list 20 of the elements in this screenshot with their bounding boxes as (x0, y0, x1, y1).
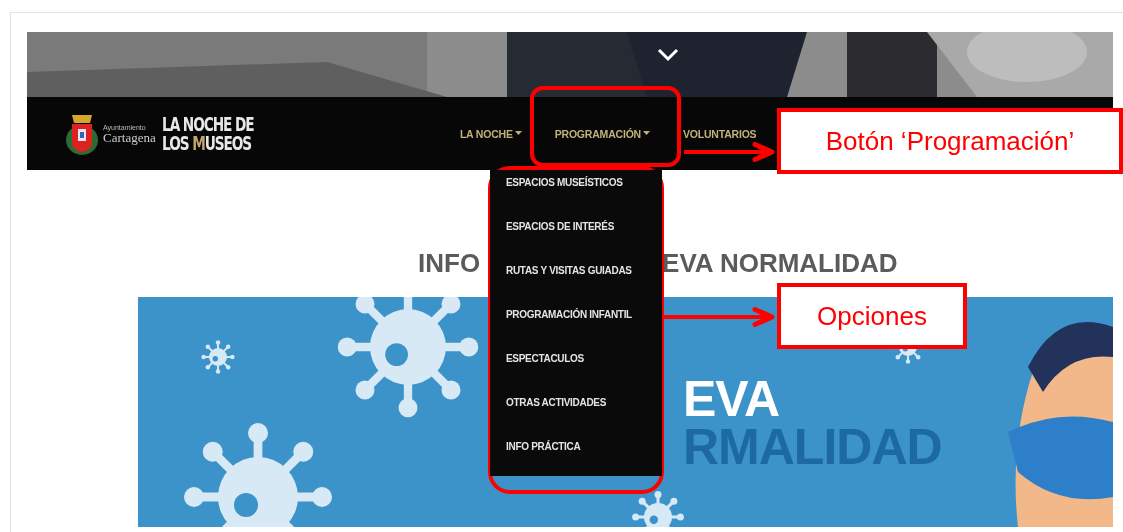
annotation-label: Botón ‘Programación’ (777, 108, 1123, 174)
banner-text: EVA (683, 375, 781, 423)
annotation-label: Opciones (777, 283, 967, 349)
menu-item[interactable]: OTRAS ACTIVIDADES (506, 396, 607, 410)
site-title-line: LA NOCHE DE (161, 115, 254, 134)
coat-of-arms-icon (65, 112, 99, 155)
menu-item[interactable]: ESPECTACULOS (506, 352, 584, 366)
nav-link[interactable]: VOLUNTARIOS (683, 127, 757, 140)
nav-link[interactable]: PROGRAMACIÓN (554, 127, 650, 140)
menu-item[interactable]: ESPACIOS MUSEÍSTICOS (506, 176, 623, 190)
logo-city: Cartagena (103, 130, 156, 144)
menu-item[interactable]: ESPACIOS DE INTERÉS (506, 220, 615, 234)
site-title-line: LOS MUSEOS (161, 133, 252, 152)
menu-item[interactable]: INFO PRÁCTICA (506, 440, 581, 454)
section-heading: EVA NORMALIDAD (662, 248, 898, 279)
section-heading: INFO (418, 248, 481, 279)
nav-link[interactable]: LA NOCHE (459, 127, 522, 140)
menu-item[interactable]: RUTAS Y VISITAS GUIADAS (506, 264, 632, 278)
chevron-down-icon[interactable] (657, 48, 679, 62)
menu-item[interactable]: PROGRAMACIÓN INFANTIL (506, 308, 632, 322)
